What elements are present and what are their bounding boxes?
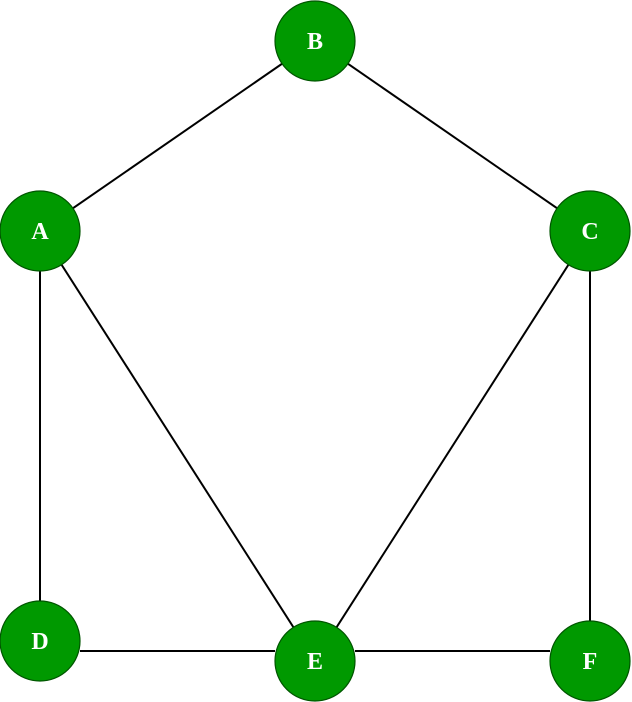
- graph-diagram: A B C D E F: [0, 0, 631, 702]
- edge-a-b: [39, 40, 316, 232]
- node-f: F: [549, 620, 631, 702]
- node-d: D: [0, 600, 81, 682]
- node-e: E: [274, 620, 356, 702]
- node-a: A: [0, 190, 81, 272]
- edge-c-e: [314, 230, 591, 662]
- edges-layer: [39, 40, 591, 662]
- node-label: C: [581, 219, 598, 245]
- node-label: F: [583, 649, 598, 675]
- edge-b-c: [314, 40, 591, 232]
- node-label: A: [31, 219, 49, 245]
- node-c: C: [549, 190, 631, 272]
- node-label: D: [31, 629, 48, 655]
- node-label: E: [307, 649, 323, 675]
- edge-a-e: [39, 230, 316, 662]
- node-b: B: [274, 0, 356, 82]
- nodes-layer: A B C D E F: [0, 0, 631, 702]
- node-label: B: [307, 29, 323, 55]
